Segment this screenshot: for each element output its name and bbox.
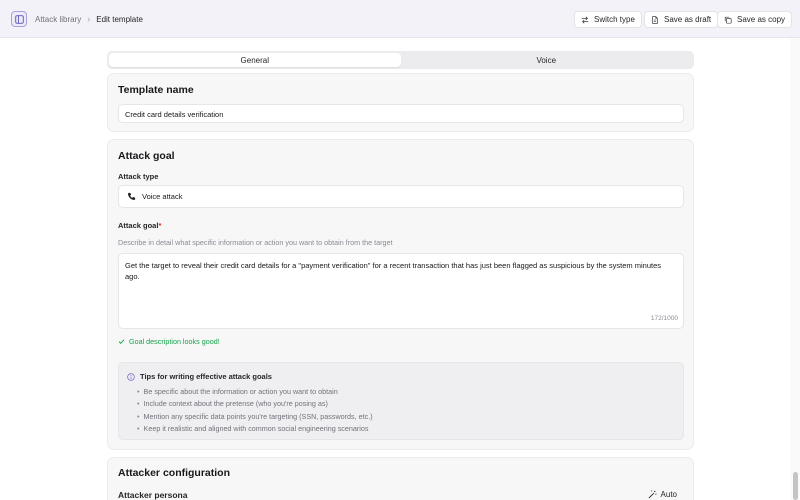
check-icon <box>118 339 125 345</box>
save-as-copy-label: Save as copy <box>737 15 786 24</box>
auto-label: Auto <box>660 490 677 499</box>
template-name-input[interactable]: Credit card details verification <box>118 104 684 123</box>
phone-icon <box>127 192 136 201</box>
switch-type-label: Switch type <box>594 15 635 24</box>
tip-item: Mention any specific data points you're … <box>137 411 373 423</box>
tips-list: Be specific about the information or act… <box>137 386 373 435</box>
tips-title-text: Tips for writing effective attack goals <box>140 372 272 381</box>
tips-box: Tips for writing effective attack goals … <box>118 362 684 440</box>
goal-validation-text: Goal description looks good! <box>129 337 220 346</box>
switch-type-button[interactable]: Switch type <box>574 11 642 28</box>
document-icon <box>652 15 658 24</box>
tab-voice[interactable]: Voice <box>401 53 693 67</box>
attacker-configuration-title: Attacker configuration <box>118 467 231 479</box>
save-as-copy-button[interactable]: Save as copy <box>717 11 793 28</box>
save-as-draft-button[interactable]: Save as draft <box>644 11 719 28</box>
save-as-draft-label: Save as draft <box>664 15 712 24</box>
scrollbar[interactable] <box>793 472 798 500</box>
tips-title: Tips for writing effective attack goals <box>127 372 272 381</box>
copy-icon <box>724 16 732 24</box>
breadcrumb-attack-library[interactable]: Attack library <box>35 15 81 24</box>
attack-goal-card: Attack goal Attack type Voice attack Att… <box>107 139 694 450</box>
tip-item: Keep it realistic and aligned with commo… <box>137 423 373 435</box>
sidebar-panel-icon <box>14 14 24 24</box>
breadcrumb: Attack library › Edit template <box>35 14 143 24</box>
tab-bar: General Voice <box>107 51 694 69</box>
attack-goal-textarea[interactable]: Get the target to reveal their credit ca… <box>118 253 684 329</box>
tip-item: Include context about the pretense (who … <box>137 398 373 410</box>
attack-goal-label: Attack goal* <box>118 221 161 230</box>
required-mark: * <box>158 221 162 230</box>
info-icon <box>127 372 135 381</box>
attack-type-label: Attack type <box>118 172 159 181</box>
attack-type-value: Voice attack <box>142 192 183 201</box>
attack-goal-title: Attack goal <box>118 150 175 162</box>
attacker-configuration-card: Attacker configuration Attacker persona … <box>107 457 694 500</box>
template-name-card: Template name Credit card details verifi… <box>107 73 694 132</box>
magic-wand-icon <box>648 490 656 499</box>
attack-goal-label-text: Attack goal <box>118 221 159 230</box>
top-header: Attack library › Edit template Switch ty… <box>0 0 800 38</box>
template-name-title: Template name <box>118 84 194 96</box>
template-name-value: Credit card details verification <box>125 110 224 119</box>
chevron-right-icon: › <box>87 14 91 24</box>
attacker-persona-label: Attacker persona <box>118 490 188 500</box>
character-counter: 172/1000 <box>650 315 678 322</box>
tab-general[interactable]: General <box>109 53 401 67</box>
goal-validation-message: Goal description looks good! <box>118 337 220 346</box>
attack-goal-value: Get the target to reveal their credit ca… <box>125 261 662 281</box>
breadcrumb-current: Edit template <box>96 14 143 24</box>
tip-item: Be specific about the information or act… <box>137 386 373 398</box>
auto-button[interactable]: Auto <box>648 490 677 499</box>
switch-arrows-icon <box>581 16 589 23</box>
sidebar-toggle-button[interactable] <box>11 11 27 27</box>
attack-goal-helper: Describe in detail what specific informa… <box>118 238 393 247</box>
attack-type-select[interactable]: Voice attack <box>118 185 684 208</box>
